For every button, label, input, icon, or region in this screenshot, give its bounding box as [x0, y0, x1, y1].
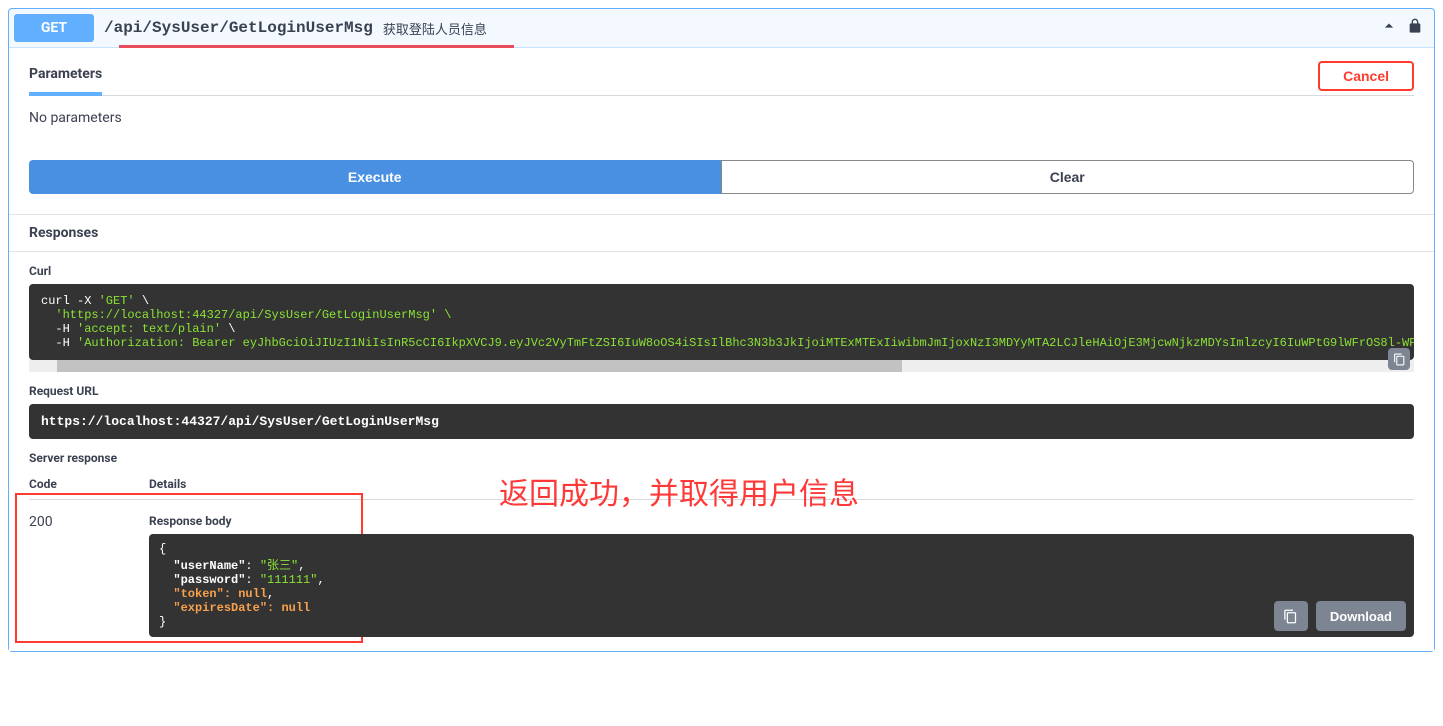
parameters-title: Parameters	[29, 56, 102, 96]
curl-title: Curl	[9, 252, 1434, 284]
curl-code-block: curl -X 'GET' \ 'https://localhost:44327…	[29, 284, 1414, 360]
cancel-button[interactable]: Cancel	[1318, 61, 1414, 91]
request-url-title: Request URL	[9, 372, 1434, 404]
copy-response-icon[interactable]	[1274, 601, 1308, 631]
chevron-up-icon[interactable]	[1379, 16, 1399, 40]
lock-icon[interactable]	[1407, 16, 1423, 40]
download-button[interactable]: Download	[1316, 601, 1406, 631]
responses-title: Responses	[9, 214, 1434, 252]
response-body-label: Response body	[149, 514, 1414, 528]
operation-block: GET /api/SysUser/GetLoginUserMsg 获取登陆人员信…	[8, 8, 1435, 652]
response-code: 200	[29, 514, 89, 631]
request-url-block: https://localhost:44327/api/SysUser/GetL…	[29, 404, 1414, 439]
execute-button[interactable]: Execute	[29, 160, 721, 194]
endpoint-path: /api/SysUser/GetLoginUserMsg	[104, 19, 373, 37]
annotation-underline	[119, 45, 514, 48]
parameters-header: Parameters Cancel	[9, 48, 1434, 96]
copy-icon[interactable]	[1388, 348, 1410, 370]
action-buttons-row: Execute Clear	[9, 140, 1434, 214]
operation-body: Parameters Cancel No parameters Execute …	[9, 48, 1434, 651]
no-parameters-text: No parameters	[9, 96, 1434, 140]
server-response-title: Server response	[9, 439, 1434, 471]
operation-summary[interactable]: GET /api/SysUser/GetLoginUserMsg 获取登陆人员信…	[9, 9, 1434, 48]
http-method-badge: GET	[14, 14, 94, 42]
horizontal-scrollbar[interactable]	[29, 360, 1414, 372]
endpoint-description: 获取登陆人员信息	[383, 19, 487, 38]
response-table: Code Details 返回成功，并取得用户信息 200 Response b…	[9, 471, 1434, 651]
clear-button[interactable]: Clear	[721, 160, 1415, 194]
code-column-header: Code	[29, 477, 89, 491]
details-column-header: Details	[149, 477, 186, 491]
